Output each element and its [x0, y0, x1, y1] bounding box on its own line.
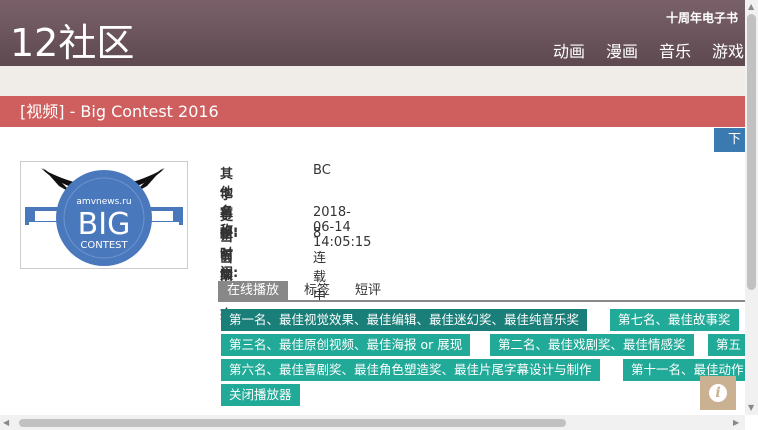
- info-value: 8: [313, 226, 322, 241]
- episode-button[interactable]: 第七名、最佳故事奖: [610, 309, 739, 331]
- site-header: 12社区 十周年电子书 动画 漫画 音乐 游戏: [0, 0, 745, 66]
- anniversary-ebook-link[interactable]: 十周年电子书: [666, 9, 738, 26]
- episode-button[interactable]: 第三名、最佳原创视频、最佳海报 or 展现: [221, 334, 471, 356]
- vertical-scrollbar[interactable]: ▲ ▼: [745, 0, 758, 415]
- episode-button[interactable]: 第二名、最佳戏剧奖、最佳情感奖: [490, 334, 694, 356]
- main-nav: 动画 漫画 音乐 游戏: [532, 38, 744, 62]
- info-value: BC: [313, 163, 331, 178]
- cover-image: amvnews.ru BIG CONTEST: [20, 161, 188, 269]
- tab-short-reviews[interactable]: 短评: [355, 281, 381, 300]
- info-icon: i: [709, 384, 727, 402]
- page-title-bar: [视频] - Big Contest 2016: [0, 96, 745, 127]
- scroll-right-arrow-icon[interactable]: ▶: [733, 418, 739, 427]
- episode-button[interactable]: 第一名、最佳视觉效果、最佳编辑、最佳迷幻奖、最佳纯音乐奖: [221, 309, 588, 331]
- content-tabs: 在线播放 标签 短评: [218, 281, 745, 302]
- site-logo[interactable]: 12社区: [10, 12, 134, 67]
- nav-item-music[interactable]: 音乐: [659, 38, 691, 62]
- horizontal-scrollbar[interactable]: ◀ ▶: [0, 415, 745, 430]
- scroll-left-arrow-icon[interactable]: ◀: [3, 418, 9, 427]
- vertical-scroll-thumb[interactable]: [747, 14, 756, 290]
- horizontal-scroll-thumb[interactable]: [19, 419, 566, 427]
- sub-bar: [0, 66, 745, 96]
- scroll-up-arrow-icon[interactable]: ▲: [748, 2, 754, 11]
- download-button[interactable]: 下: [714, 128, 745, 152]
- close-player-button[interactable]: 关闭播放器: [221, 384, 300, 406]
- cover-site-text: amvnews.ru: [76, 197, 131, 207]
- scroll-down-arrow-icon[interactable]: ▼: [748, 403, 754, 412]
- nav-item-anime[interactable]: 动画: [553, 38, 585, 62]
- episode-button[interactable]: 第五: [708, 334, 745, 356]
- page-title: [视频] - Big Contest 2016: [20, 102, 219, 121]
- info-value: 2018-06-14 14:05:15: [313, 205, 372, 250]
- tab-tags[interactable]: 标签: [304, 281, 330, 300]
- big-contest-logo: amvnews.ru BIG CONTEST: [25, 168, 183, 266]
- cover-contest-text: CONTEST: [80, 240, 128, 251]
- episode-button[interactable]: 第六名、最佳喜剧奖、最佳角色塑造奖、最佳片尾字幕设计与制作: [221, 359, 600, 381]
- nav-item-games[interactable]: 游戏: [712, 38, 744, 62]
- info-button[interactable]: i: [700, 376, 736, 410]
- cover-big-text: BIG: [78, 207, 131, 242]
- tab-online-play[interactable]: 在线播放: [218, 281, 289, 300]
- nav-item-manga[interactable]: 漫画: [606, 38, 638, 62]
- page-viewport: 12社区 十周年电子书 动画 漫画 音乐 游戏 [视频] - Big Conte…: [0, 0, 745, 430]
